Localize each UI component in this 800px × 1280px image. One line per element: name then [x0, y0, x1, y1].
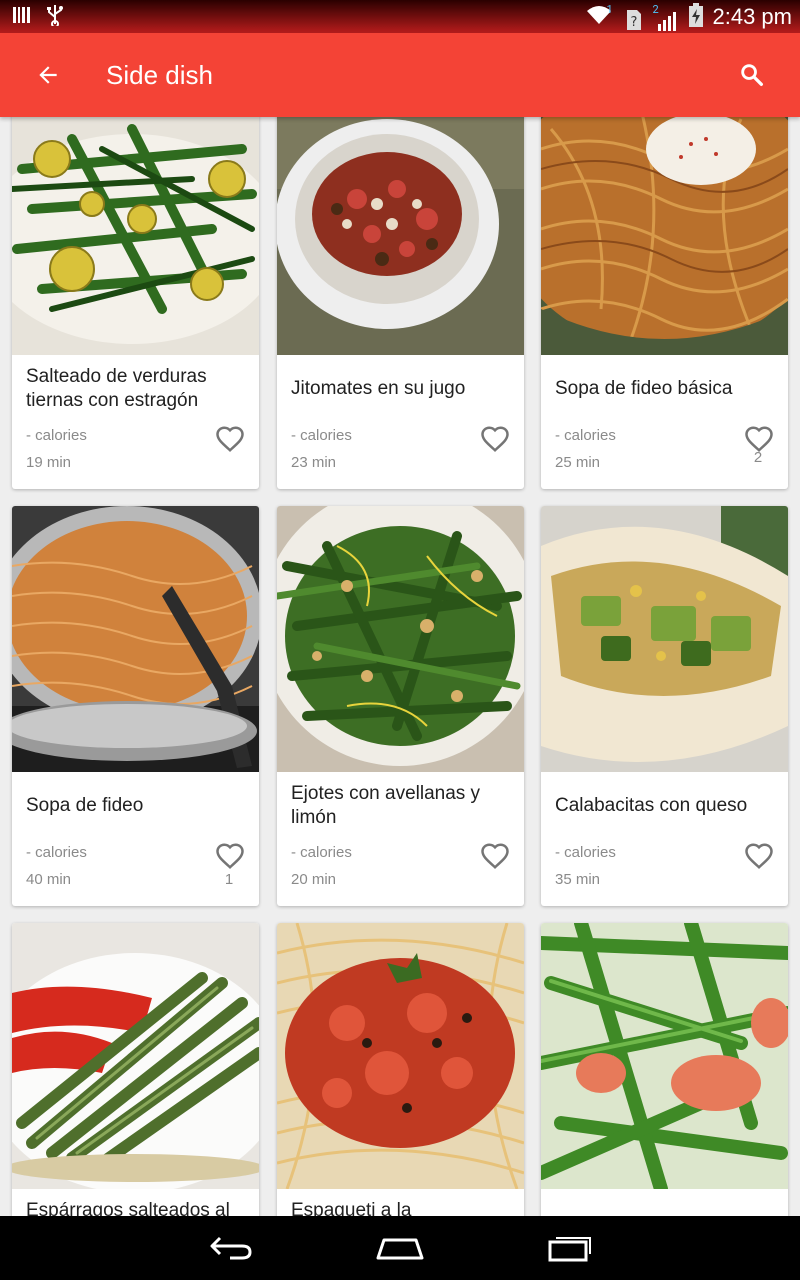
recipe-card[interactable]: Espagueti a la — [277, 923, 524, 1216]
recipe-calories: - calories — [291, 427, 352, 444]
recipe-grid[interactable]: Salteado de verduras tiernas con estragó… — [0, 117, 800, 1216]
navigation-bar — [0, 1216, 800, 1280]
recipe-calories: - calories — [555, 427, 616, 444]
signal-icon: 2 — [653, 3, 679, 31]
nav-home-button[interactable] — [370, 1230, 430, 1266]
favorite-count: 1 — [224, 871, 234, 888]
battery-charging-icon — [688, 2, 703, 31]
recipe-name: Salteado de verduras tiernas con estragó… — [26, 366, 207, 411]
recents-nav-icon — [548, 1237, 591, 1262]
recipe-card[interactable]: Jitomates en su jugo - calories 23 min — [277, 117, 524, 489]
recipe-photo — [12, 923, 259, 1189]
recipe-time: 20 min — [291, 871, 337, 888]
recipe-photo — [12, 117, 259, 355]
recipe-photo — [277, 506, 524, 772]
recipe-name: Espárragos salteados al — [26, 1200, 230, 1216]
sim-unknown-icon: 1 ? — [607, 3, 643, 30]
search-icon — [741, 64, 763, 86]
recipe-photo — [541, 117, 788, 355]
recipe-card[interactable]: Sopa de fideo - calories 40 min 1 — [12, 506, 259, 906]
heart-outline-icon[interactable] — [215, 424, 245, 454]
page-title: Side dish — [106, 60, 213, 90]
recipe-time: 19 min — [26, 454, 72, 471]
heart-outline-icon[interactable] — [480, 841, 510, 871]
recipe-name: Espagueti a la — [291, 1200, 412, 1216]
recipe-calories: - calories — [555, 844, 616, 861]
barcode-icon — [12, 5, 32, 29]
recipe-photo — [541, 506, 788, 772]
recipe-name: Sopa de fideo básica — [555, 378, 733, 399]
recipe-time: 35 min — [555, 871, 601, 888]
arrow-back-icon — [39, 66, 57, 84]
recipe-photo — [277, 923, 524, 1189]
app-bar: Side dish — [0, 33, 800, 117]
heart-outline-icon[interactable] — [744, 841, 774, 871]
recipe-card[interactable]: Salteado de verduras tiernas con estragó… — [12, 117, 259, 489]
recipe-calories: - calories — [291, 844, 352, 861]
recipe-calories: - calories — [26, 844, 87, 861]
svg-text:?: ? — [630, 15, 637, 30]
recipe-photo — [541, 923, 788, 1189]
home-nav-icon — [376, 1238, 424, 1260]
recipe-time: 25 min — [555, 454, 601, 471]
recipe-name: Sopa de fideo — [26, 795, 144, 816]
status-time: 2:43 pm — [712, 3, 793, 29]
recipe-time: 23 min — [291, 454, 337, 471]
search-button[interactable] — [728, 51, 776, 99]
recipe-name: Jitomates en su jugo — [291, 378, 466, 399]
recipe-photo — [12, 506, 259, 772]
recipe-photo — [277, 117, 524, 355]
recipe-card[interactable]: Espárragos salteados al — [12, 923, 259, 1216]
recipe-calories: - calories — [26, 427, 87, 444]
recipe-card[interactable]: Sopa de fideo básica - calories 25 min 2 — [541, 117, 788, 489]
heart-outline-icon[interactable] — [215, 841, 245, 871]
back-nav-icon — [210, 1236, 252, 1260]
status-bar: 1 ? 2 2:43 pm — [0, 0, 800, 33]
favorite-count: 2 — [753, 449, 763, 466]
recipe-card[interactable] — [541, 923, 788, 1216]
nav-back-button[interactable] — [200, 1230, 260, 1266]
recipe-name: Calabacitas con queso — [555, 795, 748, 816]
heart-outline-icon[interactable] — [480, 424, 510, 454]
recipe-time: 40 min — [26, 871, 72, 888]
recipe-name: Ejotes con avellanas y limón — [291, 783, 481, 828]
back-button[interactable] — [24, 51, 72, 99]
recipe-card[interactable]: Calabacitas con queso - calories 35 min — [541, 506, 788, 906]
nav-recents-button[interactable] — [540, 1230, 600, 1266]
usb-icon — [46, 4, 64, 30]
sim1-label: 1 — [606, 2, 613, 16]
recipe-card[interactable]: Ejotes con avellanas y limón - calories … — [277, 506, 524, 906]
